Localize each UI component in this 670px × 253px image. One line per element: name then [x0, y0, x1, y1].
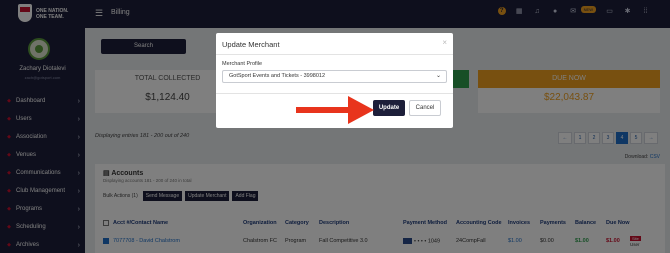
merchant-profile-label: Merchant Profile: [222, 61, 263, 67]
merchant-profile-select[interactable]: GotSport Events and Tickets - 3998012 ⌄: [222, 70, 447, 83]
divider: [216, 54, 453, 55]
cancel-button[interactable]: Cancel: [409, 100, 441, 116]
update-button[interactable]: Update: [373, 100, 405, 116]
divider: [216, 93, 453, 94]
close-icon[interactable]: ×: [442, 38, 447, 47]
chevron-down-icon: ⌄: [435, 73, 441, 79]
modal-title: Update Merchant: [222, 40, 280, 49]
annotation-arrow-icon: [296, 96, 374, 124]
selected-merchant: GotSport Events and Tickets - 3998012: [229, 73, 326, 79]
